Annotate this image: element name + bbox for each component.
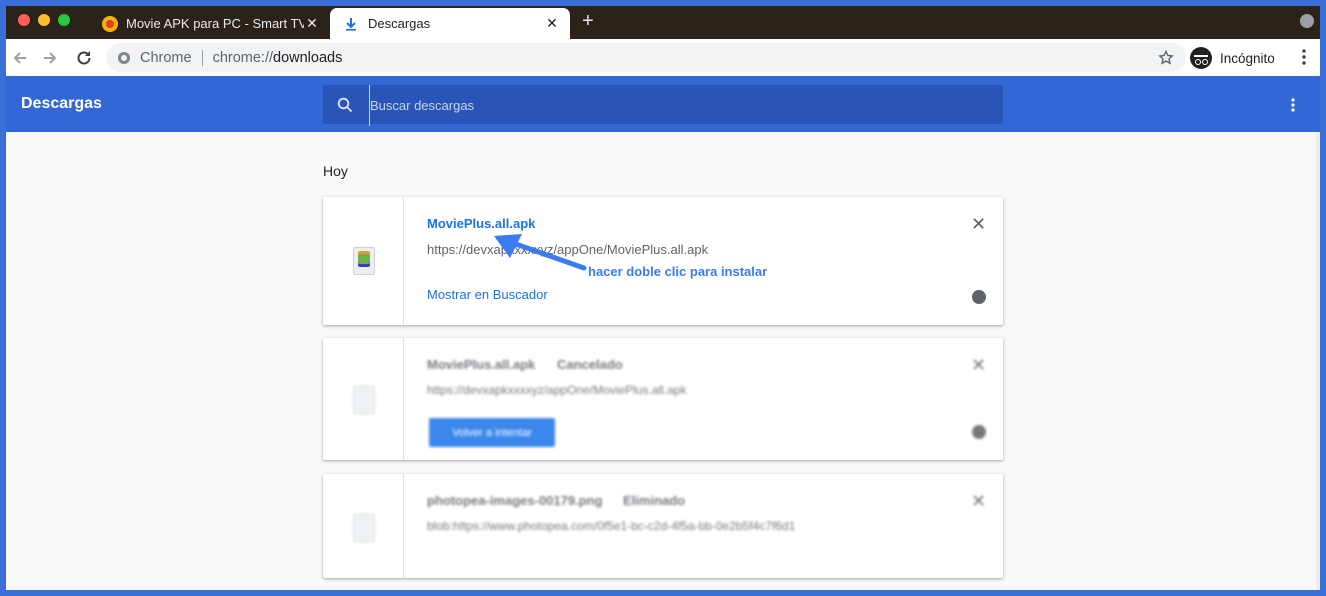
remove-item-icon[interactable]: ✕ <box>971 215 986 233</box>
zoom-window-button[interactable] <box>58 14 70 26</box>
search-box[interactable] <box>323 85 1003 126</box>
scrollbar[interactable] <box>1316 132 1320 590</box>
annotation-label: hacer doble clic para instalar <box>588 264 768 279</box>
tab-search-button[interactable] <box>1300 14 1314 28</box>
apk-file-icon <box>353 247 375 275</box>
bookmark-star-icon[interactable] <box>1158 50 1174 66</box>
minimize-window-button[interactable] <box>38 14 50 26</box>
apk-file-icon <box>353 386 375 414</box>
status-label: Cancelado <box>557 357 623 372</box>
tab-descargas[interactable]: Descargas ✕ <box>330 8 570 39</box>
download-item: MoviePlus.all.apk Cancelado https://devx… <box>323 338 1003 460</box>
tab-movie-apk[interactable]: Movie APK para PC - Smart TV ✕ <box>96 8 330 39</box>
file-name: photopea-images-00179.png <box>427 493 603 508</box>
incognito-indicator[interactable]: Incógnito <box>1190 44 1275 72</box>
close-window-button[interactable] <box>18 14 30 26</box>
search-input[interactable] <box>369 85 972 126</box>
url-prefix: chrome:// <box>212 49 274 66</box>
browser-window: Movie APK para PC - Smart TV ✕ Descargas… <box>6 6 1320 590</box>
file-icon-column <box>323 197 404 325</box>
remove-item-icon[interactable]: ✕ <box>971 356 986 374</box>
incognito-badge-icon <box>972 425 986 439</box>
file-name: MoviePlus.all.apk <box>427 357 536 372</box>
url-path: downloads <box>273 49 343 66</box>
close-tab-icon[interactable]: ✕ <box>304 15 320 32</box>
downloads-header: Descargas <box>6 76 1320 132</box>
new-tab-button[interactable]: + <box>582 11 594 31</box>
file-icon-column <box>323 338 404 460</box>
file-url: blob:https://www.photopea.com/0f5e1-bc-c… <box>427 519 796 533</box>
search-icon <box>337 97 353 113</box>
toolbar: Chrome chrome:// downloads Incógnito <box>6 39 1320 77</box>
page-title: Descargas <box>21 95 102 112</box>
file-icon-column <box>323 474 404 578</box>
download-icon <box>346 17 356 31</box>
file-url: https://devxapkxxxxyz/appOne/MoviePlus.a… <box>427 383 687 397</box>
incognito-icon <box>1190 47 1212 69</box>
omnibox-divider <box>201 49 203 66</box>
annotation-arrow <box>494 234 587 271</box>
tab-strip: Movie APK para PC - Smart TV ✕ Descargas… <box>6 6 1320 39</box>
incognito-badge-icon <box>972 290 986 304</box>
download-item: MoviePlus.all.apk https://devxapkxxxxyz/… <box>323 197 1003 325</box>
retry-button[interactable]: Volver a intentar <box>429 418 555 447</box>
section-date-label: Hoy <box>323 163 348 179</box>
remove-item-icon[interactable]: ✕ <box>971 492 986 510</box>
reload-icon[interactable] <box>74 48 94 68</box>
download-item: photopea-images-00179.png Eliminado blob… <box>323 474 1003 578</box>
browser-menu-icon[interactable] <box>1302 49 1306 65</box>
status-label: Eliminado <box>623 493 686 508</box>
incognito-label: Incógnito <box>1220 50 1275 66</box>
tab-title: Movie APK para PC - Smart TV <box>126 16 304 31</box>
image-file-icon <box>353 514 375 542</box>
forward-icon[interactable] <box>40 48 60 68</box>
close-tab-icon[interactable]: ✕ <box>544 15 560 32</box>
favicon-icon <box>102 15 118 32</box>
tab-title: Descargas <box>368 16 431 31</box>
downloads-menu-icon[interactable] <box>1291 98 1295 112</box>
show-in-finder-link[interactable]: Mostrar en Buscador <box>427 287 548 302</box>
site-label: Chrome <box>140 49 192 66</box>
back-icon[interactable] <box>10 48 30 68</box>
chrome-logo-icon <box>118 51 130 64</box>
address-bar[interactable]: Chrome chrome:// downloads <box>106 43 1186 72</box>
